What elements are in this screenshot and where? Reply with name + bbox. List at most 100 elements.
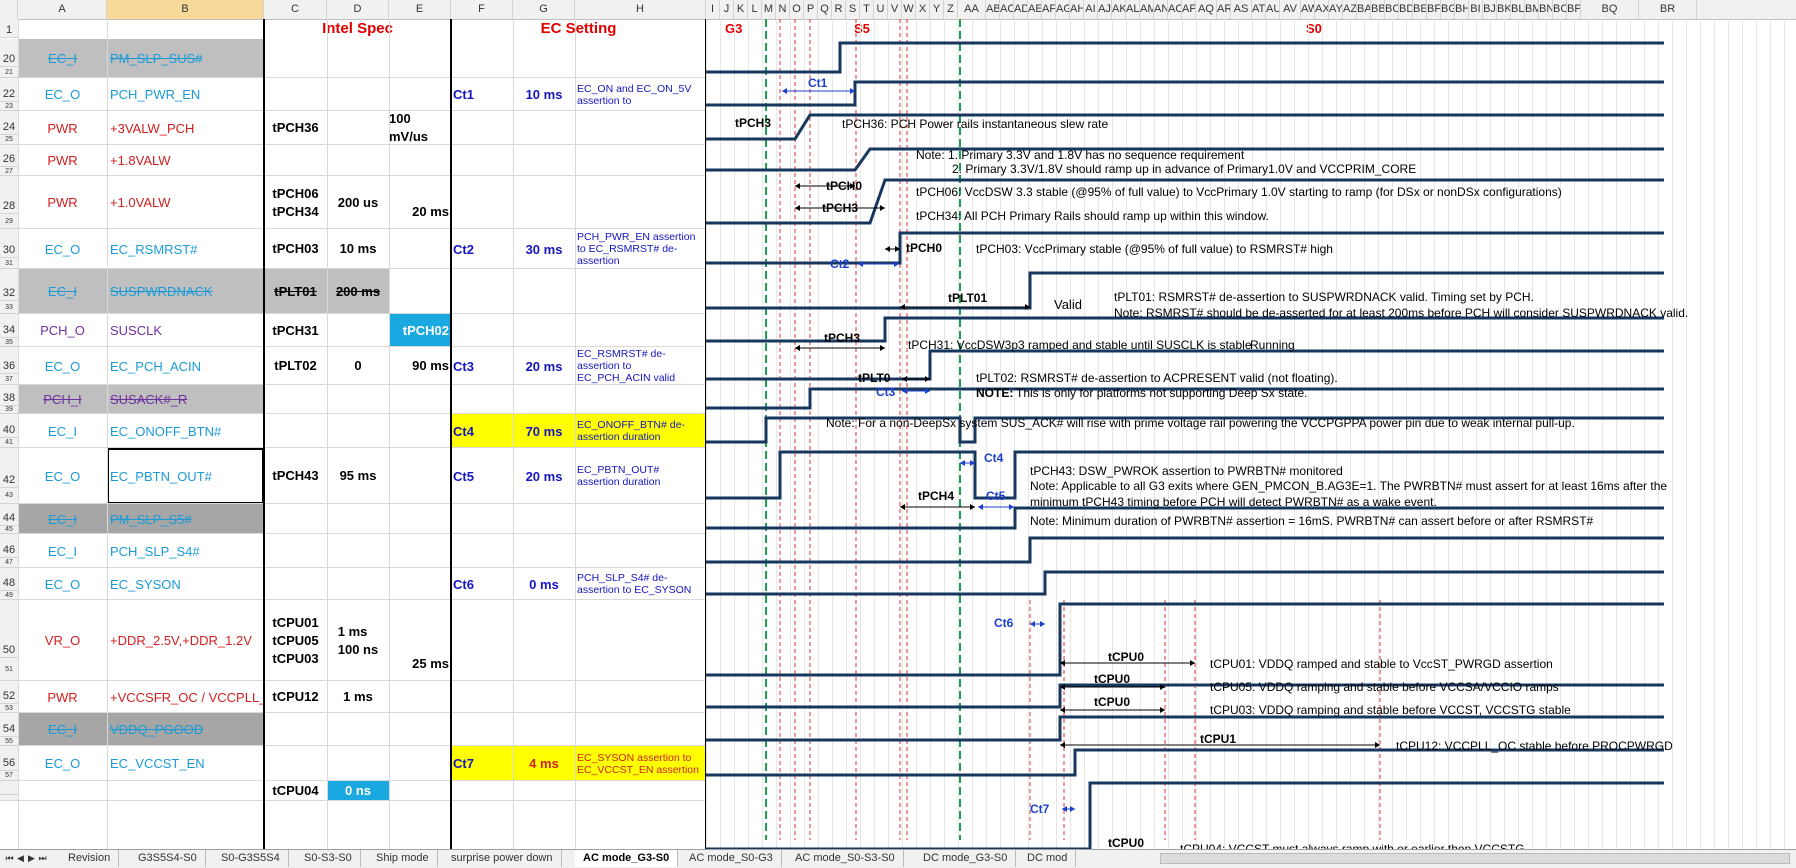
column-header-BD[interactable]: BD — [1399, 0, 1413, 19]
sheet-tab-0[interactable]: Revision — [60, 850, 120, 867]
column-header-Y[interactable]: Y — [930, 0, 944, 19]
ec-setting-value-cell[interactable]: 20 ms — [513, 448, 575, 504]
column-header-G[interactable]: G — [513, 0, 575, 19]
column-header-AD[interactable]: AD — [1014, 0, 1028, 19]
row-header-21[interactable]: 21 — [0, 67, 18, 78]
row-header-55[interactable]: 55 — [0, 737, 18, 746]
signal-type-cell[interactable]: EC_O — [18, 568, 107, 600]
row-header-26[interactable]: 26 — [0, 145, 18, 167]
column-header-B[interactable]: B — [107, 0, 264, 19]
ec-setting-id-cell[interactable]: Ct1 — [453, 78, 513, 111]
signal-name-cell[interactable]: EC_ONOFF_BTN# — [110, 414, 264, 448]
signal-type-cell[interactable]: EC_O — [18, 347, 107, 385]
column-header-P[interactable]: P — [804, 0, 818, 19]
column-header-BR[interactable]: BR — [1639, 0, 1697, 19]
row-header-y[interactable] — [0, 795, 18, 801]
column-header-BK[interactable]: BK — [1497, 0, 1511, 19]
signal-name-cell[interactable]: PCH_PWR_EN — [110, 78, 264, 111]
ec-setting-desc-cell[interactable]: EC_ON and EC_ON_5V assertion to — [577, 78, 704, 111]
signal-type-cell[interactable]: EC_I — [18, 269, 107, 314]
column-header-J[interactable]: J — [720, 0, 734, 19]
row-header-54[interactable]: 54 — [0, 713, 18, 737]
column-header-BC[interactable]: BC — [1385, 0, 1399, 19]
signal-name-cell[interactable]: PM_SLP_S5# — [110, 504, 264, 534]
row-header-28[interactable]: 28 — [0, 176, 18, 214]
signal-name-cell[interactable]: EC_VCCST_EN — [110, 746, 264, 781]
ec-setting-id-cell[interactable]: Ct4 — [453, 414, 513, 448]
row-header-27[interactable]: 27 — [0, 167, 18, 176]
spec-d-cell[interactable]: 1 ms 100 ns — [327, 600, 389, 681]
spec-e-cell[interactable]: 25 ms — [389, 600, 451, 681]
signal-name-cell[interactable]: PM_SLP_SUS# — [110, 39, 264, 78]
row-header-24[interactable]: 24 — [0, 111, 18, 135]
spec-e-cell[interactable]: 20 ms — [389, 176, 451, 229]
sheet-nav-arrow-icon[interactable]: ⏭ — [37, 850, 48, 867]
column-header-R[interactable]: R — [832, 0, 846, 19]
sheet-tab-8[interactable]: AC mode_S0-S3-S0 — [787, 850, 904, 867]
column-header-L[interactable]: L — [748, 0, 762, 19]
column-header-BG[interactable]: BG — [1441, 0, 1455, 19]
row-header-50[interactable]: 50 — [0, 600, 18, 658]
ec-setting-value-cell[interactable]: 30 ms — [513, 229, 575, 269]
column-header-I[interactable]: I — [706, 0, 720, 19]
signal-name-cell[interactable]: +DDR_2.5V,+DDR_1.2V — [110, 600, 264, 681]
sheet-tab-10[interactable]: DC mod — [1019, 850, 1077, 867]
column-header-K[interactable]: K — [734, 0, 748, 19]
signal-name-cell[interactable]: +1.8VALW — [110, 145, 264, 176]
signal-type-cell[interactable]: EC_O — [18, 448, 107, 504]
column-header-U[interactable]: U — [874, 0, 888, 19]
signal-type-cell[interactable]: EC_I — [18, 713, 107, 746]
ec-setting-value-cell[interactable]: 4 ms — [513, 746, 575, 781]
sheet-nav-arrow-icon[interactable]: ⏮ — [4, 850, 15, 867]
row-header-36[interactable]: 36 — [0, 347, 18, 374]
column-header-AC[interactable]: AC — [1000, 0, 1014, 19]
signal-name-cell[interactable]: VDDQ_PGOOD — [110, 713, 264, 746]
row-header-41[interactable]: 41 — [0, 438, 18, 448]
column-header-C[interactable]: C — [264, 0, 327, 19]
row-header-39[interactable]: 39 — [0, 406, 18, 414]
sheet-tab-9[interactable]: DC mode_G3-S0 — [915, 850, 1017, 867]
row-header-20[interactable]: 20 — [0, 39, 18, 67]
row-header-38[interactable]: 38 — [0, 385, 18, 406]
column-header-Z[interactable]: Z — [944, 0, 958, 19]
column-header-N[interactable]: N — [776, 0, 790, 19]
ec-setting-value-cell[interactable]: 0 ms — [513, 568, 575, 600]
signal-name-cell[interactable]: +3VALW_PCH — [110, 111, 264, 145]
row-header-48[interactable]: 48 — [0, 568, 18, 591]
spec-e-cell[interactable]: 90 ms — [389, 347, 451, 385]
row-header-57[interactable]: 57 — [0, 771, 18, 781]
signal-name-cell[interactable]: EC_PCH_ACIN — [110, 347, 264, 385]
sheet-tab-7[interactable]: AC mode_S0-G3 — [681, 850, 782, 867]
row-header-29[interactable]: 29 — [0, 214, 18, 229]
column-header-AI[interactable]: AI — [1084, 0, 1098, 19]
column-header-BF[interactable]: BF — [1427, 0, 1441, 19]
signal-name-cell[interactable]: SUSPWRDNACK — [110, 269, 264, 314]
column-header-BA[interactable]: BA — [1357, 0, 1371, 19]
column-header-AU[interactable]: AU — [1266, 0, 1280, 19]
column-header-BN[interactable]: BN — [1539, 0, 1553, 19]
spec-c-cell[interactable]: tPCH03 — [264, 229, 327, 269]
ec-setting-value-cell[interactable]: 20 ms — [513, 347, 575, 385]
column-header-AK[interactable]: AK — [1112, 0, 1126, 19]
column-header-AZ[interactable]: AZ — [1343, 0, 1357, 19]
row-header-49[interactable]: 49 — [0, 591, 18, 600]
signal-type-cell[interactable]: EC_I — [18, 504, 107, 534]
ec-setting-value-cell[interactable]: 70 ms — [513, 414, 575, 448]
column-header-BP[interactable]: BP — [1567, 0, 1581, 19]
signal-type-cell[interactable]: EC_I — [18, 39, 107, 78]
column-header-AS[interactable]: AS — [1231, 0, 1252, 19]
sheet-tab-3[interactable]: S0-S3-S0 — [296, 850, 361, 867]
ec-setting-id-cell[interactable]: Ct2 — [453, 229, 513, 269]
column-header-corner[interactable] — [0, 0, 18, 19]
signal-type-cell[interactable]: VR_O — [18, 600, 107, 681]
signal-type-cell[interactable]: PCH_I — [18, 385, 107, 414]
sheet-tab-6[interactable]: AC mode_G3-S0 — [575, 850, 679, 867]
spec-c-cell[interactable]: tPCH43 — [264, 448, 327, 504]
sheet-tab-5[interactable]: surprise power down — [443, 850, 562, 867]
spec-c-cell[interactable]: tPCH31 — [264, 314, 327, 347]
column-header-E[interactable]: E — [389, 0, 451, 19]
ec-setting-value-cell[interactable]: 10 ms — [513, 78, 575, 111]
selected-cell-border[interactable] — [107, 448, 264, 504]
spec-d-cell[interactable]: 10 ms — [327, 229, 389, 269]
ec-setting-desc-cell[interactable]: EC_SYSON assertion to EC_VCCST_EN assert… — [577, 746, 704, 781]
